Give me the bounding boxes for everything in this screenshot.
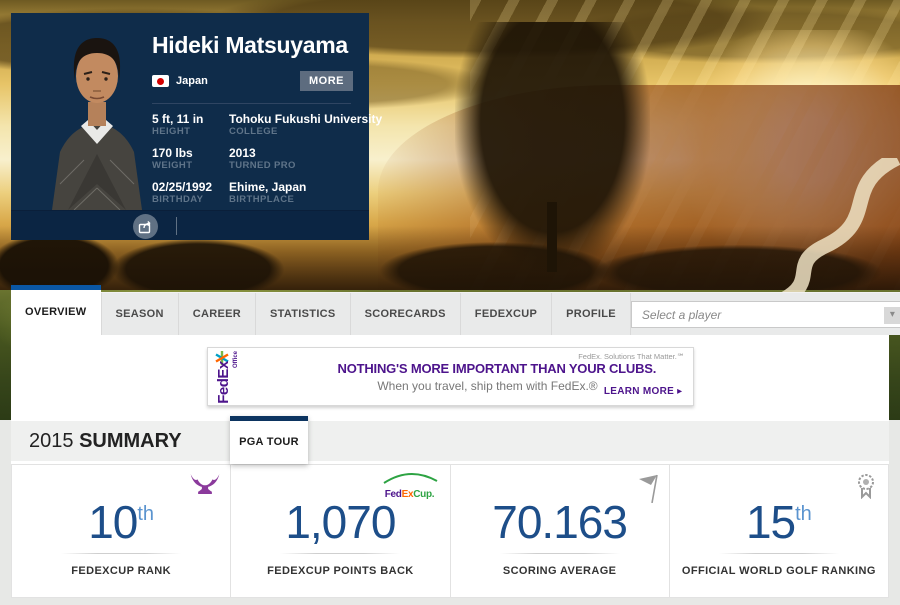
fedexcup-logo: FedExCup. — [378, 471, 442, 500]
fedex-logo-text: FedEx — [214, 361, 232, 404]
tab-career[interactable]: CAREER — [179, 293, 257, 335]
stat-label: FEDEXCUP RANK — [71, 565, 171, 577]
fedex-ad-banner[interactable]: FedEx Office FedEx. Solutions That Matte… — [206, 347, 694, 406]
player-info-card: Hideki Matsuyama Japan MORE 5 ft, 11 in … — [11, 13, 382, 240]
summary-stat-cards: 10th FEDEXCUP RANK FedExCup. 1,070 FEDEX… — [11, 464, 889, 598]
tab-profile[interactable]: PROFILE — [552, 293, 631, 335]
tab-scorecards[interactable]: SCORECARDS — [351, 293, 461, 335]
stat-divider — [280, 553, 401, 554]
stat-weight: 170 lbs WEIGHT — [152, 146, 193, 172]
japan-flag-icon — [152, 75, 169, 87]
tab-overview[interactable]: OVERVIEW — [11, 285, 101, 335]
tab-strip: SEASON CAREER STATISTICS SCORECARDS FEDE… — [100, 292, 900, 335]
ad-tagline: FedEx. Solutions That Matter.℠ — [578, 352, 685, 361]
ad-subline: When you travel, ship them with FedEx.® — [377, 379, 598, 393]
share-icon — [138, 220, 151, 233]
player-card-body: Hideki Matsuyama Japan MORE 5 ft, 11 in … — [11, 13, 382, 210]
chevron-down-icon[interactable]: ▾ — [883, 306, 900, 324]
player-stats-grid: 5 ft, 11 in HEIGHT Tohoku Fukushi Univer… — [152, 112, 382, 206]
learn-more-link[interactable]: LEARN MORE ▸ — [604, 386, 683, 397]
player-card-footer — [11, 210, 369, 240]
stat-divider — [718, 553, 839, 554]
player-select[interactable]: Select a player ▾ — [630, 300, 900, 328]
main-content: FedEx Office FedEx. Solutions That Matte… — [11, 335, 889, 598]
fedexcup-swoosh-icon — [382, 473, 437, 484]
tab-season[interactable]: SEASON — [100, 293, 179, 335]
world-ranking-card: 15th OFFICIAL WORLD GOLF RANKING — [668, 464, 889, 598]
summary-title: 2015 SUMMARY — [29, 430, 182, 453]
stat-birthplace: Ehime, Japan BIRTHPLACE — [229, 180, 307, 206]
summary-section-header: 2015 SUMMARY PGA TOUR — [11, 416, 889, 464]
tab-fedexcup[interactable]: FEDEXCUP — [461, 293, 553, 335]
stat-divider — [499, 553, 620, 554]
player-country: Japan — [176, 75, 208, 87]
stat-value: 10th — [88, 496, 155, 548]
summary-label: SUMMARY — [79, 430, 182, 452]
tab-statistics[interactable]: STATISTICS — [256, 293, 351, 335]
stat-height: 5 ft, 11 in HEIGHT — [152, 112, 204, 138]
stat-turned-pro: 2013 TURNED PRO — [229, 146, 296, 172]
footer-divider — [176, 217, 177, 235]
flag-icon — [638, 474, 658, 503]
scoring-average-card: 70.163 SCORING AVERAGE — [449, 464, 670, 598]
fedex-office-text: Office — [232, 350, 239, 368]
fedexcup-points-back-card: FedExCup. 1,070 FEDEXCUP POINTS BACK — [230, 464, 451, 598]
stat-label: FEDEXCUP POINTS BACK — [267, 565, 414, 577]
stat-label: OFFICIAL WORLD GOLF RANKING — [681, 565, 876, 577]
player-select-placeholder: Select a player — [641, 307, 722, 322]
more-button[interactable]: MORE — [300, 71, 353, 91]
player-name: Hideki Matsuyama — [152, 32, 348, 58]
fedex-office-logo: FedEx Office — [211, 350, 245, 404]
award-ribbon-icon — [858, 474, 874, 499]
stat-birthday: 02/25/1992 BIRTHDAY — [152, 180, 213, 206]
tree-silhouette — [455, 22, 650, 272]
card-divider — [152, 103, 351, 104]
profile-tab-bar: OVERVIEW SEASON CAREER STATISTICS SCOREC… — [11, 285, 900, 335]
fedexcup-trophy-icon — [190, 474, 220, 494]
fedexcup-rank-card: 10th FEDEXCUP RANK — [11, 464, 232, 598]
ad-headline: NOTHING'S MORE IMPORTANT THAN YOUR CLUBS… — [337, 361, 657, 376]
share-button[interactable] — [133, 214, 158, 239]
stat-label: SCORING AVERAGE — [502, 565, 617, 577]
summary-year: 2015 — [29, 430, 74, 452]
stat-college: Tohoku Fukushi University COLLEGE — [229, 112, 383, 138]
tab-pga-tour[interactable]: PGA TOUR — [230, 416, 308, 464]
stat-divider — [61, 553, 182, 554]
player-headshot-photo — [52, 38, 142, 210]
